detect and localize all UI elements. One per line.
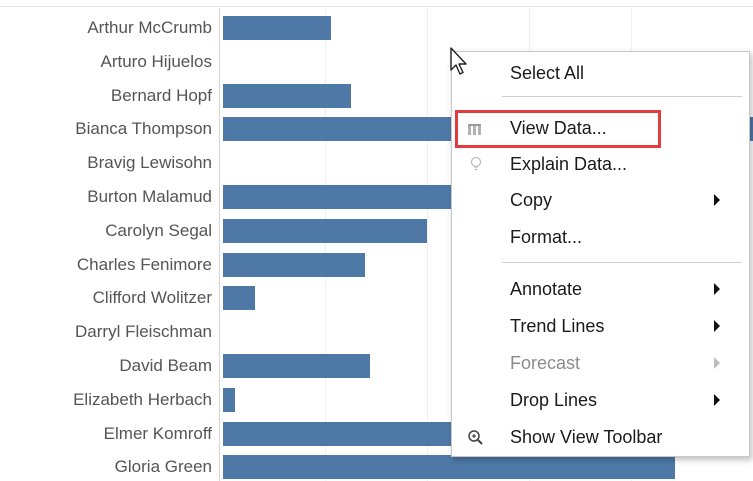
menu-item-label: Show View Toolbar [510, 427, 663, 447]
bar-mark[interactable] [223, 421, 473, 446]
menu-item-select-all[interactable]: Select All [452, 57, 749, 91]
menu-separator [502, 96, 742, 97]
lightbulb-icon [464, 154, 488, 176]
y-axis-line [219, 8, 220, 481]
menu-item-label: Explain Data... [510, 154, 628, 174]
bar-mark[interactable] [223, 218, 427, 243]
menu-separator [502, 262, 742, 263]
row-label: Elizabeth Herbach [73, 389, 212, 409]
gridline [427, 8, 428, 481]
submenu-arrow-icon [714, 394, 720, 406]
row-label: Arthur McCrumb [87, 18, 212, 37]
menu-item-show-view-toolbar[interactable]: Show View Toolbar [452, 421, 749, 455]
menu-item-copy[interactable]: Copy [452, 184, 749, 218]
menu-item-label: Format... [510, 227, 583, 247]
context-menu[interactable]: Select All View Data... Explain Data... … [451, 51, 750, 457]
row-label: Elmer Komroff [103, 423, 212, 443]
zoom-icon [464, 427, 488, 449]
row-label: Arturo Hijuelos [100, 51, 213, 71]
menu-item-label: Drop Lines [510, 390, 598, 410]
menu-item-trend-lines[interactable]: Trend Lines [452, 310, 749, 344]
row-label: Carolyn Segal [105, 220, 212, 240]
bar-mark[interactable] [223, 16, 331, 40]
menu-item-label: Annotate [510, 279, 583, 299]
menu-item-label: Trend Lines [510, 316, 605, 336]
row-label: Gloria Green [114, 457, 212, 477]
submenu-arrow-icon [714, 357, 720, 369]
menu-item-annotate[interactable]: Annotate [452, 273, 749, 307]
highlight-box [455, 110, 661, 148]
bar-mark[interactable] [223, 185, 483, 209]
row-label: Bernard Hopf [110, 85, 212, 105]
menu-item-label: Copy [510, 190, 553, 210]
gridline [325, 8, 326, 481]
bar-mark[interactable] [223, 286, 255, 311]
menu-item-forecast: Forecast [452, 347, 749, 381]
menu-item-format[interactable]: Format... [452, 221, 749, 255]
top-border [0, 6, 753, 7]
menu-item-label: Forecast [510, 353, 581, 373]
bar-mark[interactable] [223, 387, 235, 412]
row-label: Burton Malamud [87, 187, 212, 206]
row-label: Clifford Wolitzer [92, 288, 212, 308]
submenu-arrow-icon [714, 320, 720, 332]
submenu-arrow-icon [714, 194, 720, 206]
mouse-pointer-icon [449, 46, 473, 78]
submenu-arrow-icon [714, 283, 720, 295]
bar-mark[interactable] [223, 252, 365, 277]
bar-mark[interactable] [223, 455, 675, 480]
menu-item-explain-data: Explain Data... [452, 148, 749, 182]
row-label: Bianca Thompson [75, 119, 212, 139]
bar-mark[interactable] [223, 354, 370, 378]
menu-item-label: Select All [510, 63, 585, 83]
row-label: Charles Fenimore [76, 254, 212, 274]
menu-item-drop-lines[interactable]: Drop Lines [452, 384, 749, 418]
bar-mark[interactable] [223, 83, 351, 108]
row-label: Darryl Fleischman [75, 322, 212, 342]
row-label: David Beam [119, 356, 212, 375]
row-label: Bravig Lewisohn [87, 153, 212, 173]
